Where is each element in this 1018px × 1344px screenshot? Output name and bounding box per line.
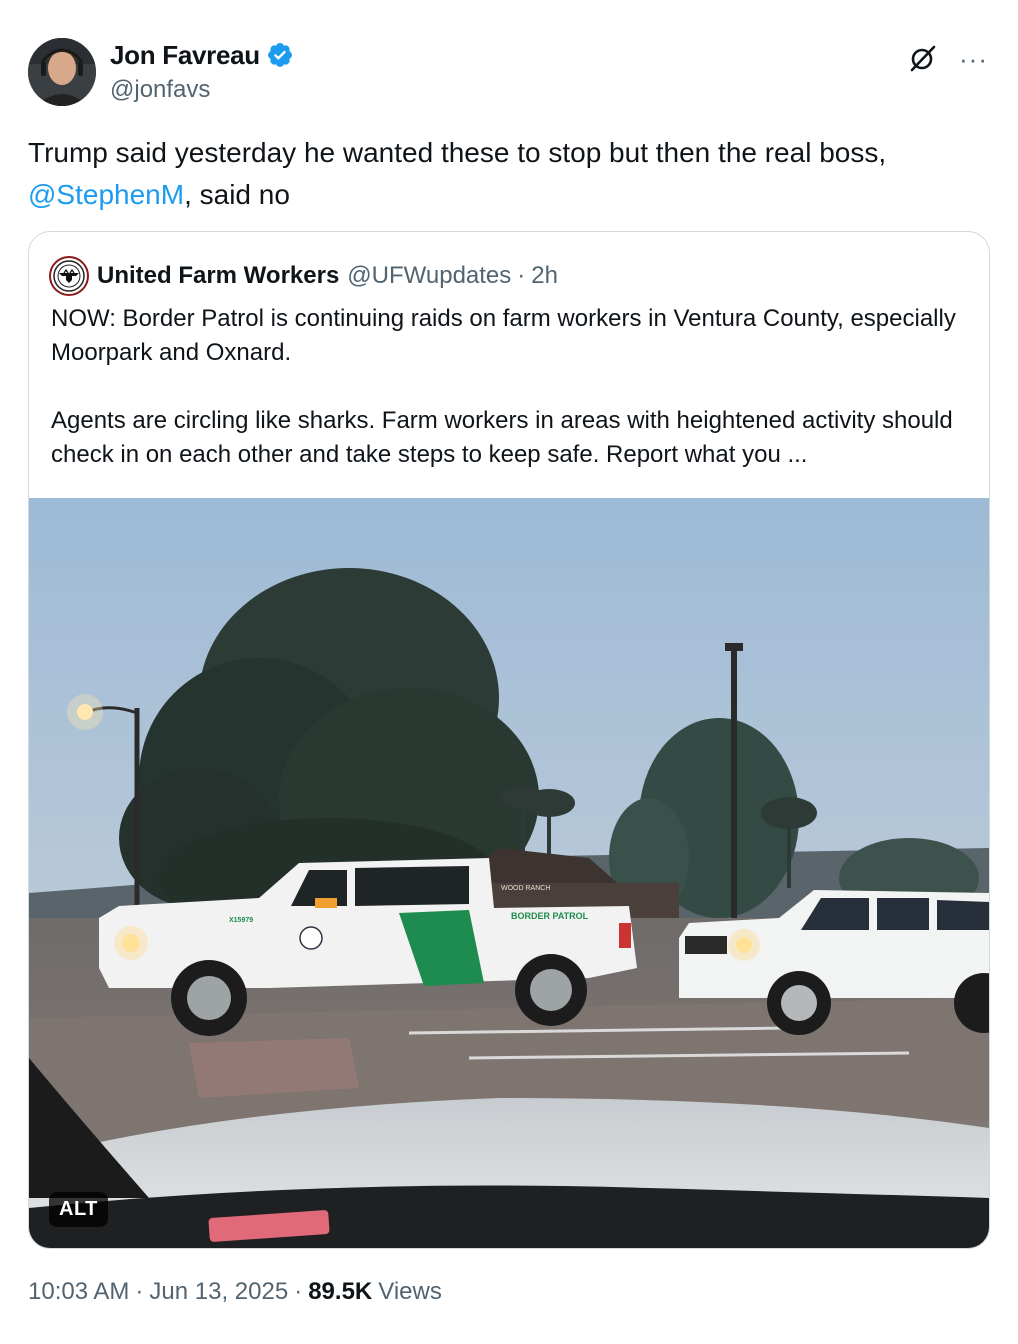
ufw-eagle-logo-icon [53, 260, 85, 292]
quoted-tweet-header: United Farm Workers @UFWupdates · 2h [49, 256, 558, 296]
views-label[interactable]: Views [378, 1278, 442, 1306]
quoted-paragraph-1: NOW: Border Patrol is continuing raids o… [51, 305, 956, 366]
quoted-separator: · [517, 262, 526, 289]
author-name-row: Jon Favreau [110, 40, 294, 70]
photo-sign-wood-ranch: WOOD RANCH [501, 885, 550, 892]
more-options-icon[interactable]: ··· [959, 46, 988, 72]
quoted-media-photo[interactable]: WOOD RANCH BORDER PATROL X15979 ALT [29, 498, 989, 1248]
alt-text-badge[interactable]: ALT [49, 1192, 108, 1227]
tweet-meta: 10:03 AM · Jun 13, 2025 · 89.5K Views [28, 1278, 442, 1306]
author-handle[interactable]: @jonfavs [110, 76, 294, 104]
avatar-image [28, 38, 96, 106]
author-display-name[interactable]: Jon Favreau [110, 40, 260, 71]
tweet-text-before: Trump said yesterday he wanted these to … [28, 137, 887, 168]
quoted-author-avatar[interactable] [49, 256, 89, 296]
quoted-paragraph-2: Agents are circling like sharks. Farm wo… [51, 407, 953, 468]
meta-separator: · [135, 1278, 144, 1305]
tweet-text-after: , said no [184, 179, 290, 210]
views-count[interactable]: 89.5K [308, 1278, 372, 1306]
tweet-text: Trump said yesterday he wanted these to … [28, 132, 988, 216]
meta-separator-2: · [294, 1278, 303, 1305]
tweet-card: Jon Favreau @jonfavs ··· Trump said yest… [0, 0, 1018, 1344]
mention-link[interactable]: @StephenM [28, 179, 184, 210]
quoted-tweet[interactable]: United Farm Workers @UFWupdates · 2h NOW… [28, 231, 990, 1249]
quoted-timestamp[interactable]: 2h [531, 262, 558, 290]
quoted-author-handle[interactable]: @UFWupdates [347, 262, 511, 290]
verified-badge-icon[interactable] [266, 41, 294, 69]
author-avatar[interactable] [28, 38, 96, 106]
border-patrol-photo: WOOD RANCH BORDER PATROL X15979 [29, 498, 989, 1248]
grok-icon[interactable] [907, 44, 937, 74]
quoted-author-name[interactable]: United Farm Workers [97, 262, 339, 290]
photo-unit-number: X15979 [229, 917, 253, 924]
tweet-date[interactable]: Jun 13, 2025 [149, 1278, 288, 1306]
photo-border-patrol-label: BORDER PATROL [511, 911, 589, 921]
tweet-actions: ··· [907, 44, 988, 74]
quoted-tweet-text: NOW: Border Patrol is continuing raids o… [51, 302, 971, 472]
author-info: Jon Favreau @jonfavs [110, 40, 294, 104]
tweet-time[interactable]: 10:03 AM [28, 1278, 129, 1306]
